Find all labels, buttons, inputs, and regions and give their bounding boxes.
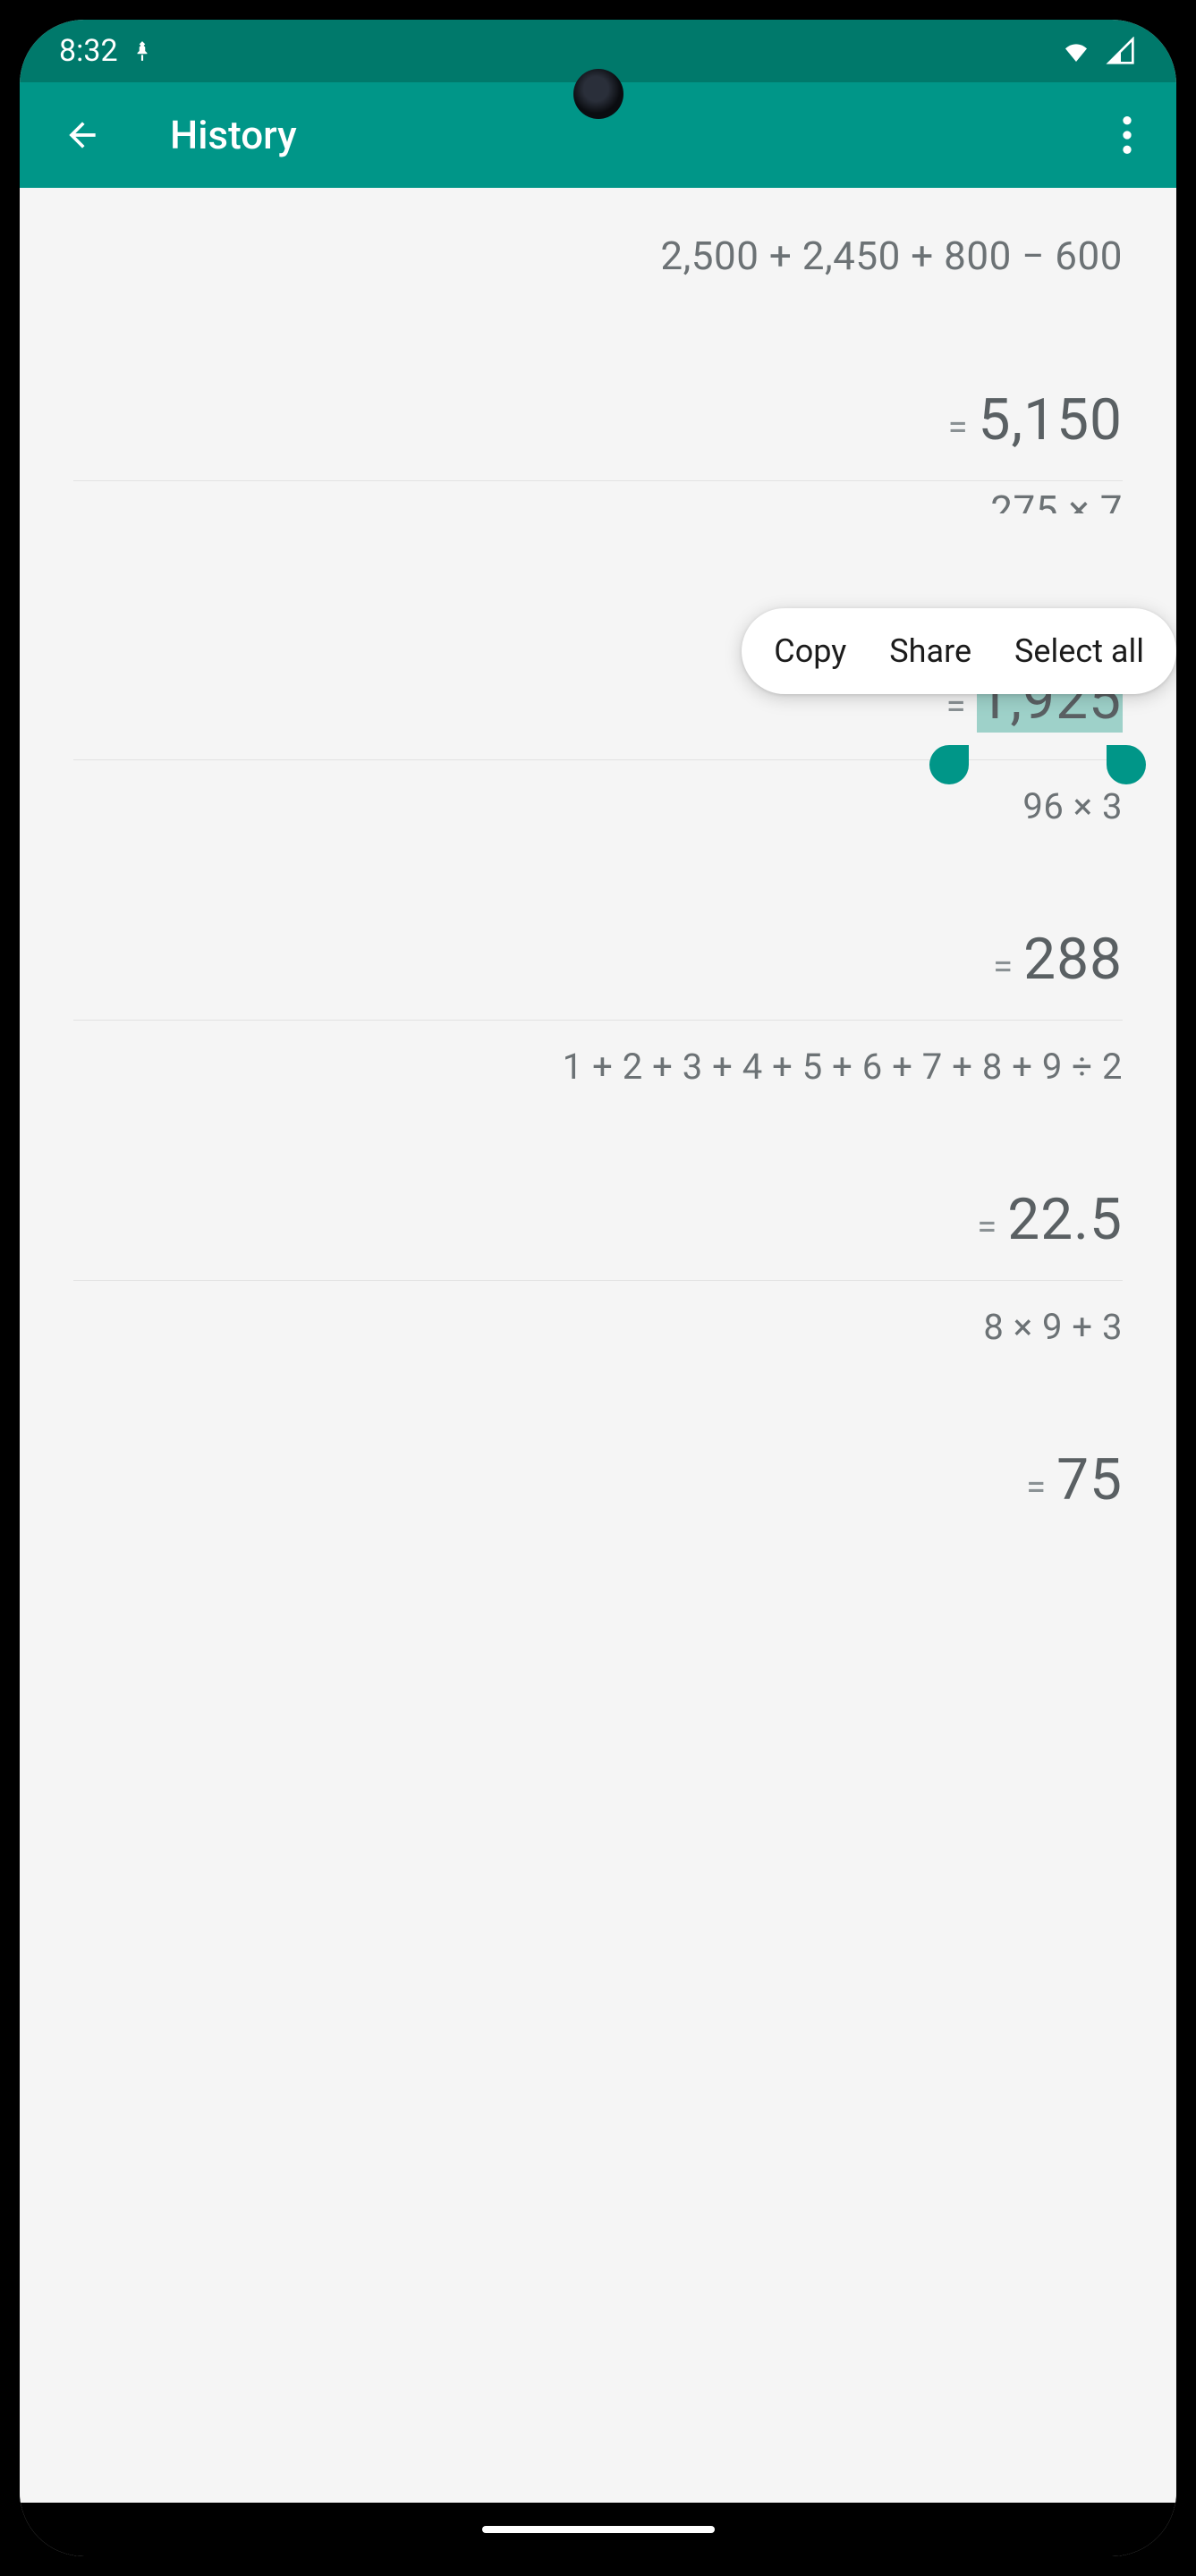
status-pin-icon <box>131 39 154 63</box>
history-entry[interactable]: 1 + 2 + 3 + 4 + 5 + 6 + 7 + 8 + 9 ÷ 2 = … <box>73 1021 1123 1281</box>
overflow-menu-button[interactable] <box>1105 108 1149 162</box>
wifi-icon <box>1058 37 1094 65</box>
camera-cutout <box>573 69 623 119</box>
nav-handle-icon <box>482 2526 715 2533</box>
share-action[interactable]: Share <box>889 632 971 670</box>
equals-sign: = <box>1026 1466 1046 1508</box>
back-button[interactable] <box>55 108 109 162</box>
equals-sign: = <box>948 406 968 448</box>
select-all-action[interactable]: Select all <box>1014 632 1144 670</box>
copy-action[interactable]: Copy <box>774 632 846 670</box>
result-text[interactable]: 22.5 <box>1007 1186 1123 1253</box>
text-selection-menu: Copy Share Select all <box>742 608 1176 694</box>
arrow-back-icon <box>63 115 102 155</box>
expression-text[interactable]: 96 × 3 <box>73 785 1123 827</box>
status-time: 8:32 <box>59 33 118 69</box>
history-entry[interactable]: 96 × 3 = 288 <box>73 760 1123 1021</box>
result-text[interactable]: 288 <box>1023 926 1123 993</box>
history-entry[interactable]: 8 × 9 + 3 = 75 <box>73 1281 1123 1540</box>
expression-text[interactable]: 2,500 + 2,450 + 800 − 600 <box>73 233 1123 279</box>
expression-text[interactable]: 8 × 9 + 3 <box>73 1306 1123 1348</box>
result-text[interactable]: 75 <box>1056 1446 1123 1513</box>
equals-sign: = <box>977 1206 997 1248</box>
history-list[interactable]: 2,500 + 2,450 + 800 − 600 = 5,150 275 × … <box>20 188 1176 2503</box>
expression-text[interactable]: 1 + 2 + 3 + 4 + 5 + 6 + 7 + 8 + 9 ÷ 2 <box>73 1046 1123 1088</box>
expression-text[interactable]: 275 × 7 <box>73 487 1123 513</box>
more-vert-icon <box>1122 116 1132 154</box>
history-entry[interactable]: 2,500 + 2,450 + 800 − 600 = 5,150 <box>73 188 1123 481</box>
system-nav-bar[interactable] <box>20 2503 1176 2556</box>
screen: 8:32 History 2,500 + 2,450 + 800 − 600 <box>20 20 1176 2556</box>
phone-frame: 8:32 History 2,500 + 2,450 + 800 − 600 <box>0 0 1196 2576</box>
result-text[interactable]: 5,150 <box>979 386 1123 453</box>
equals-sign: = <box>993 945 1013 987</box>
signal-icon <box>1105 37 1137 65</box>
page-title: History <box>170 112 297 158</box>
